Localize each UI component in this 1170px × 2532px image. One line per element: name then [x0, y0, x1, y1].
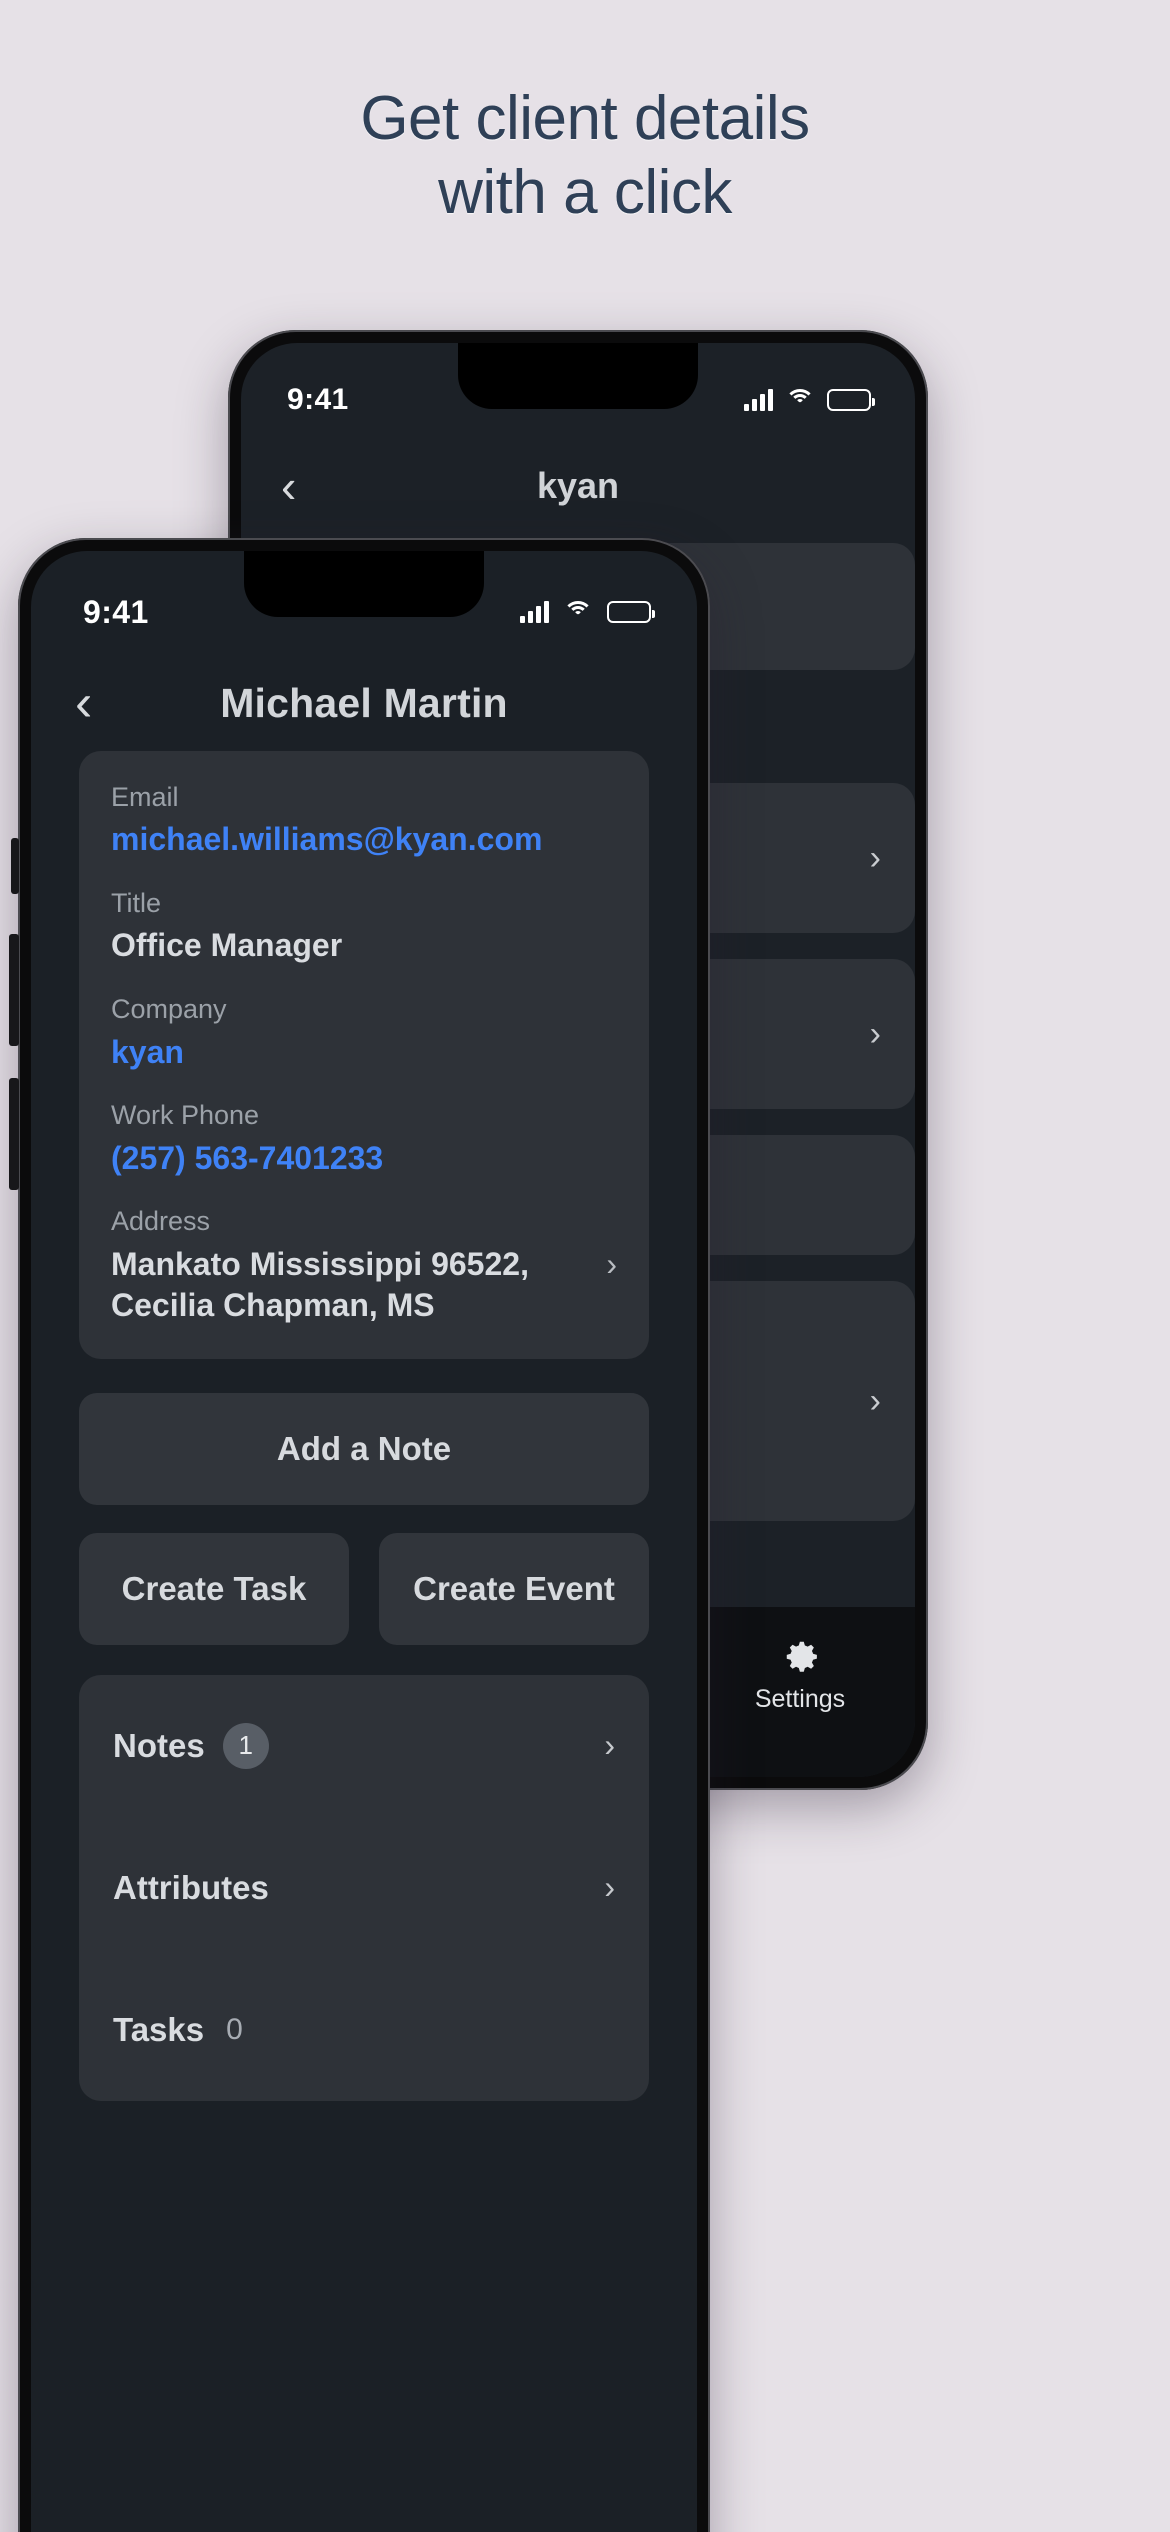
- page-title-line-2: with a click: [438, 158, 732, 228]
- field-address[interactable]: Address Mankato Mississippi 96522, Cecil…: [111, 1203, 617, 1327]
- phone-volume-down-button: [9, 1078, 19, 1190]
- phone-volume-up-button: [9, 934, 19, 1046]
- action-button-pair: Create Task Create Event: [79, 1532, 649, 1645]
- list-item-tasks-label: Tasks: [113, 2010, 205, 2048]
- tasks-count: 0: [226, 2012, 243, 2046]
- battery-icon: [827, 389, 875, 411]
- cellular-signal-icon: [744, 389, 773, 411]
- list-item-notes[interactable]: Notes 1 ›: [113, 1675, 615, 1817]
- field-email-label: Email: [111, 782, 179, 812]
- list-item-attributes[interactable]: Attributes ›: [113, 1817, 615, 1959]
- foreground-phone-mockup: 9:41 ‹ Michael Martin Email michael.will…: [9, 538, 710, 2532]
- foreground-phone-screen: 9:41 ‹ Michael Martin Email michael.will…: [31, 551, 697, 2532]
- notes-count-badge: 1: [222, 1722, 269, 1769]
- chevron-right-icon[interactable]: ›: [604, 1869, 615, 1906]
- page-title: Get client details with a click: [0, 82, 1170, 231]
- page-title-line-1: Get client details: [360, 84, 810, 153]
- related-items-list: Notes 1 › Attributes › Tasks 0: [79, 1674, 649, 2101]
- field-address-value: Mankato Mississippi 96522, Cecilia Chapm…: [111, 1245, 529, 1324]
- back-nav-bar: ‹ kyan: [241, 443, 915, 529]
- phone-mute-switch: [11, 838, 19, 894]
- chevron-right-icon: ›: [869, 838, 881, 877]
- back-nav-title: kyan: [536, 465, 620, 506]
- field-email-value[interactable]: michael.williams@kyan.com: [111, 819, 617, 861]
- field-company[interactable]: Company kyan: [111, 991, 617, 1073]
- contact-name-title: Michael Martin: [220, 679, 508, 726]
- create-task-button[interactable]: Create Task: [79, 1532, 349, 1645]
- field-title-value: Office Manager: [111, 927, 343, 964]
- contact-detail-card: Email michael.williams@kyan.com Title Of…: [79, 751, 649, 1359]
- battery-icon: [607, 601, 655, 623]
- field-title-label: Title: [111, 888, 162, 919]
- front-status-bar: 9:41: [31, 551, 697, 651]
- list-item-notes-label: Notes: [113, 1726, 205, 1764]
- field-work-phone-label: Work Phone: [111, 1100, 260, 1131]
- list-item-attributes-label: Attributes: [113, 1868, 269, 1906]
- field-company-label: Company: [111, 994, 227, 1025]
- wifi-icon: [563, 601, 593, 623]
- field-work-phone-value[interactable]: (257) 563-7401233: [111, 1138, 617, 1180]
- front-nav-bar: ‹ Michael Martin: [31, 655, 697, 751]
- back-status-bar: 9:41: [241, 343, 915, 439]
- chevron-right-icon: ›: [869, 1381, 881, 1420]
- chevron-right-icon[interactable]: ›: [590, 1246, 617, 1283]
- contact-detail-body: Email michael.williams@kyan.com Title Of…: [31, 751, 697, 2532]
- status-bar-time: 9:41: [287, 383, 349, 416]
- tab-settings-label: Settings: [754, 1685, 846, 1713]
- field-address-label: Address: [111, 1206, 211, 1237]
- field-email[interactable]: Email michael.williams@kyan.com: [111, 779, 617, 861]
- field-title: Title Office Manager: [111, 885, 617, 967]
- field-work-phone[interactable]: Work Phone (257) 563-7401233: [111, 1097, 617, 1179]
- tab-settings[interactable]: Settings: [725, 1633, 875, 1714]
- chevron-right-icon[interactable]: ›: [604, 1727, 615, 1764]
- cellular-signal-icon: [520, 601, 549, 623]
- status-bar-time: 9:41: [83, 593, 149, 630]
- create-event-button[interactable]: Create Event: [379, 1532, 649, 1645]
- field-company-value[interactable]: kyan: [111, 1032, 617, 1074]
- wifi-icon: [785, 389, 815, 411]
- list-item-tasks[interactable]: Tasks 0: [113, 1959, 615, 2101]
- chevron-right-icon: ›: [869, 1014, 881, 1053]
- add-note-button[interactable]: Add a Note: [79, 1392, 649, 1505]
- gear-icon: [786, 1641, 817, 1672]
